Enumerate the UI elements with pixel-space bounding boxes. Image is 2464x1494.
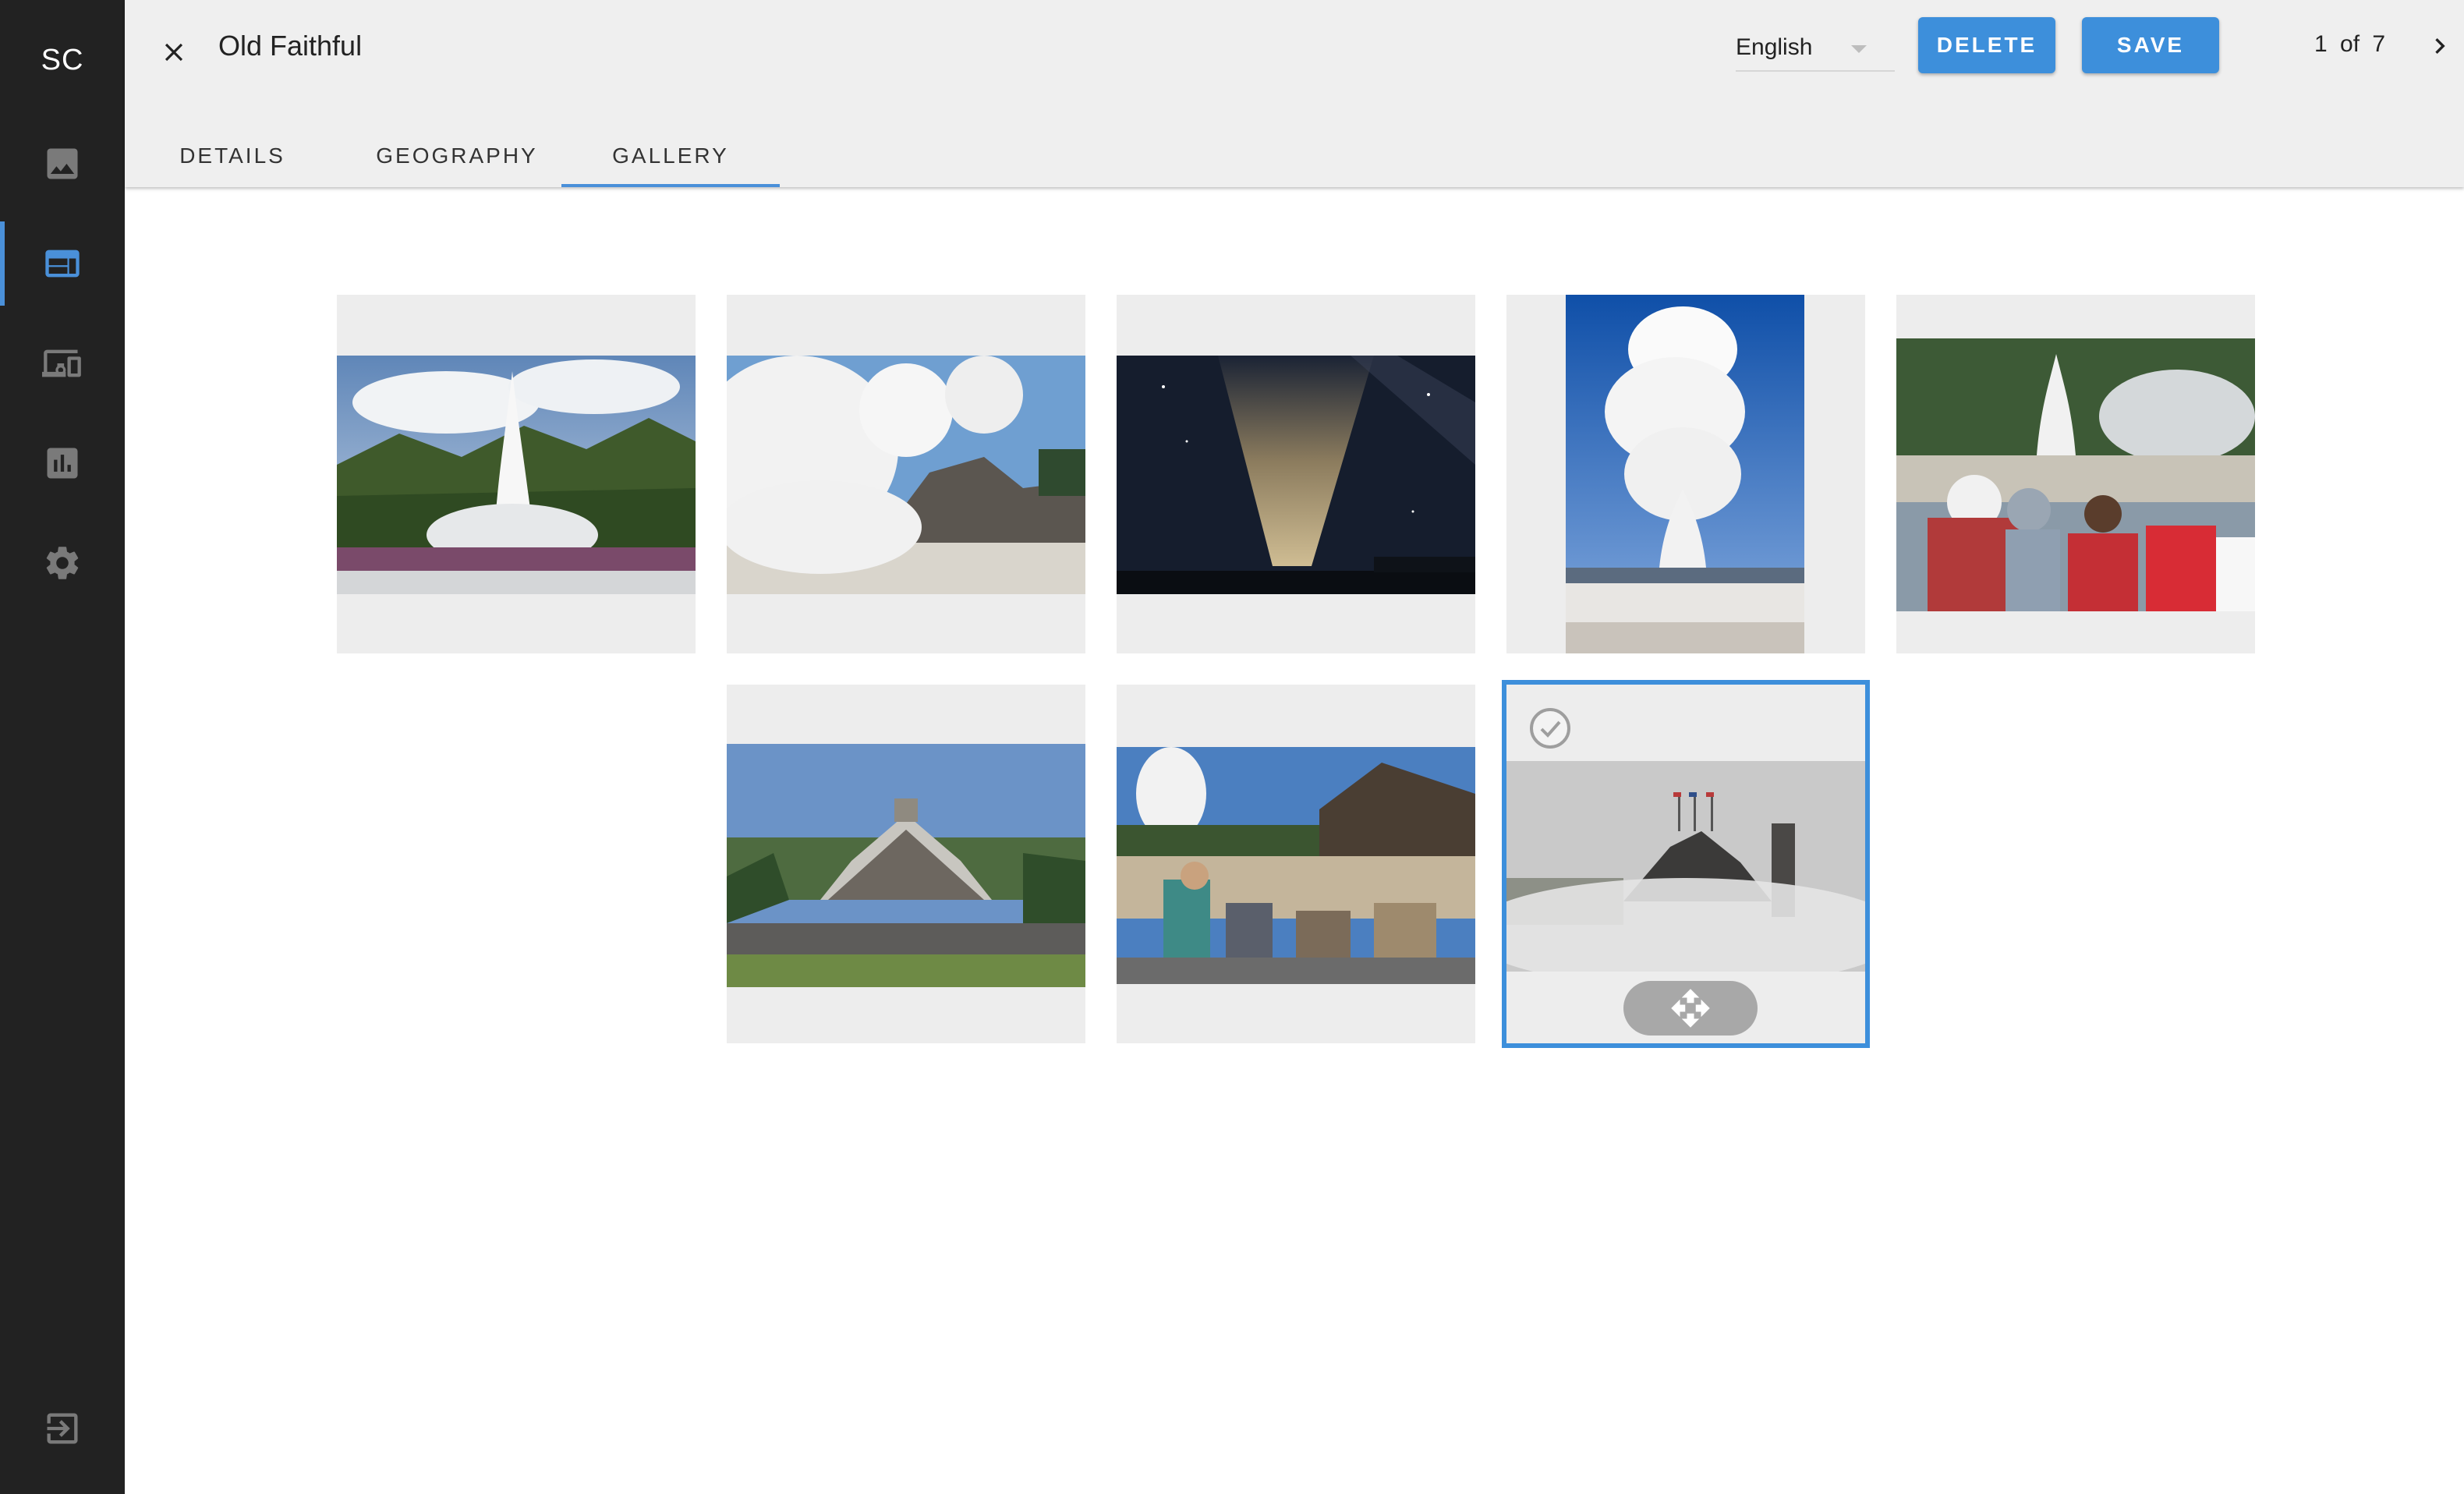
gallery-tile[interactable] <box>727 685 1085 1043</box>
gallery-tile[interactable] <box>1117 295 1475 653</box>
save-button[interactable]: SAVE <box>2082 17 2219 73</box>
night-geyser-photo <box>1117 356 1475 594</box>
lodge-crowd-photo <box>1117 747 1475 984</box>
page-title: Old Faithful <box>218 30 363 62</box>
chevron-right-icon <box>2435 38 2445 54</box>
chevron-down-icon <box>1851 45 1867 53</box>
web-layout-icon <box>45 250 80 278</box>
gallery-tile[interactable] <box>337 295 696 653</box>
spectators-photo <box>1896 338 2255 611</box>
close-button[interactable] <box>153 31 195 73</box>
next-page-button[interactable] <box>2422 28 2458 64</box>
image-icon <box>47 148 78 179</box>
gallery-tile[interactable] <box>1506 295 1865 653</box>
pager-text: 1 of 7 <box>2314 31 2386 57</box>
steam-vents-photo <box>727 356 1085 594</box>
tab-gallery[interactable]: GALLERY <box>561 125 780 187</box>
sidebar-item-devices[interactable] <box>0 321 125 405</box>
sidebar-item-analytics[interactable] <box>0 421 125 505</box>
app-logo: SC <box>41 44 84 76</box>
language-select-value: English <box>1736 34 1813 60</box>
bar-chart-icon <box>47 448 78 479</box>
sidebar-item-images[interactable] <box>0 122 125 206</box>
sidebar-item-layouts[interactable] <box>0 221 125 306</box>
geyser-blue-sky-photo <box>1566 295 1804 653</box>
sidebar-item-settings[interactable] <box>0 521 125 605</box>
gallery-tile-selected[interactable] <box>1502 680 1870 1048</box>
delete-button[interactable]: DELETE <box>1918 17 2055 73</box>
gallery-tile[interactable] <box>1117 685 1475 1043</box>
geyser-crowd-photo <box>337 356 696 594</box>
logout-icon <box>47 1413 78 1444</box>
language-select[interactable]: English <box>1736 28 1895 72</box>
tab-details[interactable]: DETAILS <box>125 125 340 187</box>
devices-icon <box>42 349 81 377</box>
gear-icon <box>46 547 79 579</box>
misty-lodge-photo <box>1506 761 1865 972</box>
drag-handle[interactable] <box>1623 981 1758 1036</box>
logout-button[interactable] <box>0 1386 125 1471</box>
gallery-tile[interactable] <box>727 295 1085 653</box>
tab-geography[interactable]: GEOGRAPHY <box>340 125 574 187</box>
inn-lodge-photo <box>727 744 1085 987</box>
close-icon <box>165 43 183 62</box>
move-icon <box>1671 989 1710 1028</box>
gallery-tile[interactable] <box>1896 295 2255 653</box>
check-circle-icon[interactable] <box>1528 706 1572 750</box>
sidebar: SC <box>0 0 125 1494</box>
